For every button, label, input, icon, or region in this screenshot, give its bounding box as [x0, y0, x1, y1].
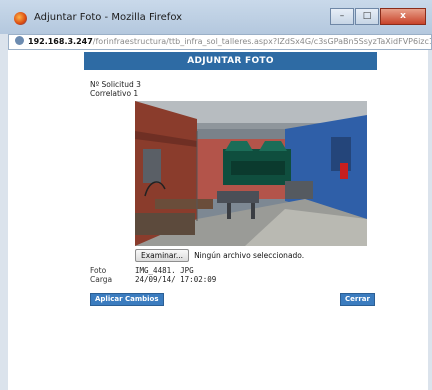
- attached-photo: [135, 101, 367, 246]
- maximize-button[interactable]: □: [355, 8, 379, 25]
- foto-value: IMG_4481. JPG: [135, 266, 194, 275]
- window-titlebar: Adjuntar Foto - Mozilla Firefox – □ x: [0, 0, 432, 34]
- carga-value: 24/09/14/ 17:02:09: [135, 275, 217, 284]
- address-bar[interactable]: 192.168.3.247/forinfraestructura/ttb_inf…: [8, 34, 432, 50]
- page-content: ADJUNTAR FOTO Nº Solicitud 3 Correlativo…: [8, 50, 428, 390]
- globe-icon: [15, 36, 24, 45]
- foto-label: Foto: [90, 266, 107, 275]
- minimize-button[interactable]: –: [330, 8, 354, 25]
- close-window-button[interactable]: x: [380, 8, 426, 25]
- url-host: 192.168.3.247: [28, 37, 93, 46]
- file-upload: Examinar... Ningún archivo seleccionado.: [135, 248, 305, 262]
- browse-button[interactable]: Examinar...: [135, 248, 190, 262]
- correlativo-number: Correlativo 1: [90, 89, 139, 98]
- file-status: Ningún archivo seleccionado.: [194, 250, 305, 260]
- workshop-photo-image: [135, 101, 367, 246]
- close-button[interactable]: Cerrar: [340, 293, 375, 306]
- page-title: ADJUNTAR FOTO: [84, 52, 377, 70]
- url-path: /forinfraestructura/ttb_infra_sol_taller…: [92, 37, 431, 46]
- solicitud-number: Nº Solicitud 3: [90, 80, 141, 89]
- carga-label: Carga: [90, 275, 113, 284]
- window-controls: – □ x: [330, 8, 426, 25]
- apply-changes-button[interactable]: Aplicar Cambios: [90, 293, 164, 306]
- firefox-icon: [14, 12, 27, 25]
- window-title: Adjuntar Foto - Mozilla Firefox: [34, 12, 183, 23]
